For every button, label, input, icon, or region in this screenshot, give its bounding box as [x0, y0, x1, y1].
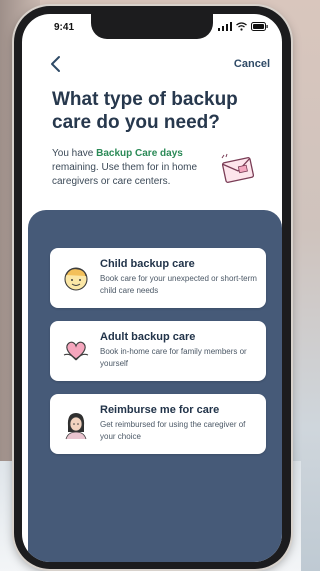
wifi-icon: [236, 22, 247, 31]
backup-care-days-highlight: Backup Care days: [96, 148, 183, 159]
heart-hands-icon: [63, 341, 89, 361]
description-suffix: remaining. Use them for in home caregive…: [52, 162, 198, 187]
page-description: You have Backup Care days remaining. Use…: [52, 147, 212, 189]
status-icons: [218, 22, 268, 31]
envelope-illustration-icon: [221, 153, 255, 183]
back-chevron-icon[interactable]: [46, 54, 66, 74]
option-subtitle: Book care for your unexpected or short-t…: [100, 274, 257, 295]
cancel-button[interactable]: Cancel: [234, 58, 270, 70]
option-card-child-backup-care[interactable]: Child backup care Book care for your une…: [50, 248, 266, 308]
option-title: Reimburse me for care: [100, 404, 220, 416]
caregiver-avatar-icon: [65, 413, 87, 440]
phone-screen: 9:41 Cancel What type of backup care do …: [22, 14, 282, 562]
description-prefix: You have: [52, 148, 97, 159]
status-time: 9:41: [54, 22, 75, 33]
option-subtitle: Get reimbursed for using the caregiver o…: [100, 420, 246, 441]
options-panel: Child backup care Book care for your une…: [28, 210, 282, 562]
option-title: Adult backup care: [100, 331, 196, 343]
option-subtitle: Book in-home care for family members or …: [100, 347, 247, 368]
option-card-reimburse-me[interactable]: Reimburse me for care Get reimbursed for…: [50, 394, 266, 454]
option-title: Child backup care: [100, 258, 195, 270]
battery-icon: [251, 22, 268, 31]
phone-notch: [91, 14, 213, 39]
page-title: What type of backup care do you need?: [52, 89, 238, 133]
child-face-icon: [64, 267, 88, 291]
signal-icon: [218, 22, 232, 31]
option-card-adult-backup-care[interactable]: Adult backup care Book in-home care for …: [50, 321, 266, 381]
